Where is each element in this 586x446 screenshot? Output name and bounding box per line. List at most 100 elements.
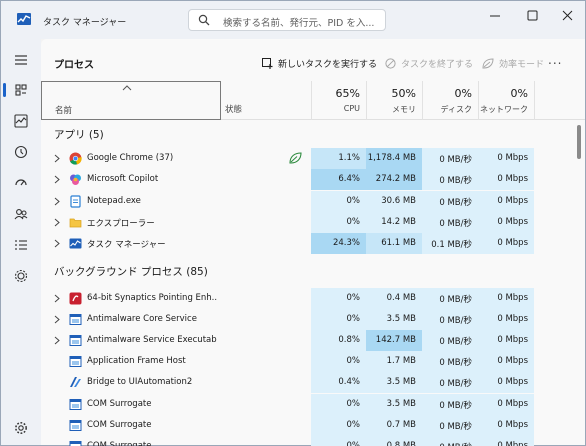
cpu-cell: 1.1% bbox=[311, 148, 366, 169]
memory-total: 50% bbox=[391, 87, 416, 100]
users-icon[interactable] bbox=[10, 203, 32, 225]
network-total: 0% bbox=[510, 87, 528, 100]
disk-cell: 0 MB/秒 bbox=[422, 351, 478, 373]
network-cell: 0 Mbps bbox=[478, 148, 534, 169]
sort-ascending-icon bbox=[122, 84, 132, 94]
service-icon bbox=[69, 398, 82, 411]
navigation-rail bbox=[1, 39, 41, 445]
vertical-scrollbar[interactable] bbox=[577, 125, 581, 159]
cpu-cell: 0% bbox=[311, 211, 366, 233]
cpu-cell: 6.4% bbox=[311, 169, 366, 191]
name-column-header[interactable]: 名前 bbox=[41, 81, 221, 120]
end-task-button[interactable]: タスクを終了する bbox=[385, 55, 473, 71]
cpu-cell: 0.8% bbox=[311, 329, 366, 351]
process-name: Notepad.exe bbox=[87, 195, 141, 206]
chevron-right-icon[interactable] bbox=[54, 218, 60, 230]
memory-cell: 0.7 MB bbox=[366, 414, 422, 436]
process-row[interactable]: COM Surrogate 0%0.8 MB0 MB/秒0 Mbps bbox=[41, 435, 577, 446]
close-button[interactable] bbox=[557, 7, 577, 25]
end-task-icon bbox=[385, 57, 396, 69]
disk-cell: 0 MB/秒 bbox=[422, 414, 478, 436]
memory-cell: 142.7 MB bbox=[366, 329, 422, 351]
column-divider bbox=[534, 81, 535, 120]
process-row[interactable]: Antimalware Service Executable 0.8% 142.7 … bbox=[41, 329, 577, 351]
cpu-cell: 0% bbox=[311, 435, 366, 446]
memory-cell: 14.2 MB bbox=[366, 211, 422, 233]
memory-cell: 1.7 MB bbox=[366, 351, 422, 373]
chevron-right-icon[interactable] bbox=[54, 197, 60, 209]
more-options-button[interactable]: ... bbox=[548, 53, 562, 67]
memory-cell: 30.6 MB bbox=[366, 190, 422, 212]
services-icon[interactable] bbox=[10, 265, 32, 287]
service-icon bbox=[69, 440, 82, 446]
disk-cell: 0 MB/秒 bbox=[422, 211, 478, 233]
process-list: アプリ (5) Google Chrome (37) 1.1% 1,178.4 MB 0… bbox=[41, 120, 585, 446]
process-row[interactable]: Microsoft Copilot 6.4% 274.2 MB 0 MB/秒 0 Mbp… bbox=[41, 169, 577, 191]
cpu-cell: 0.4% bbox=[311, 372, 366, 394]
cpu-label: CPU bbox=[343, 104, 360, 113]
memory-column-header[interactable]: 50% メモリ bbox=[366, 81, 422, 120]
processes-page: プロセス 新しいタスクを実行する タスクを終了する 効率モード ... 名前 状… bbox=[41, 39, 585, 446]
network-cell: 0 Mbps bbox=[478, 372, 534, 394]
disk-cell: 0.1 MB/秒 bbox=[422, 233, 478, 255]
network-cell: 0 Mbps bbox=[478, 190, 534, 212]
processes-icon[interactable] bbox=[10, 79, 32, 101]
cpu-cell: 0% bbox=[311, 190, 366, 212]
process-row[interactable]: Notepad.exe 0% 30.6 MB 0 MB/秒 0 Mbps bbox=[41, 190, 577, 212]
network-cell: 0 Mbps bbox=[478, 329, 534, 351]
search-icon bbox=[198, 14, 210, 26]
process-row[interactable]: Application Frame Host 0% 1.7 MB 0 MB/秒 0 Mb… bbox=[41, 351, 577, 373]
minimize-button[interactable] bbox=[485, 7, 505, 25]
process-name: COM Surrogate bbox=[87, 398, 152, 409]
chevron-right-icon[interactable] bbox=[54, 294, 60, 306]
chevron-right-icon[interactable] bbox=[54, 175, 60, 187]
memory-cell: 61.1 MB bbox=[366, 233, 422, 255]
details-icon[interactable] bbox=[10, 234, 32, 256]
performance-icon[interactable] bbox=[10, 110, 32, 132]
memory-cell: 1,178.4 MB bbox=[366, 148, 422, 169]
memory-cell: 0.8 MB bbox=[366, 435, 422, 446]
process-name: Google Chrome (37) bbox=[87, 153, 174, 163]
process-row[interactable]: COM Surrogate 0% 3.5 MB 0 MB/秒 0 Mbps bbox=[41, 393, 577, 415]
run-new-task-button[interactable]: 新しいタスクを実行する bbox=[262, 55, 377, 71]
network-cell: 0 Mbps bbox=[478, 351, 534, 373]
chevron-right-icon[interactable] bbox=[54, 336, 60, 348]
chrome-icon bbox=[69, 152, 82, 165]
network-cell: 0 Mbps bbox=[478, 169, 534, 191]
disk-cell: 0 MB/秒 bbox=[422, 372, 478, 394]
process-row[interactable]: Antimalware Core Service 0% 3.5 MB 0 MB/秒 0 … bbox=[41, 308, 577, 330]
process-row[interactable]: Google Chrome (37) 1.1% 1,178.4 MB 0 MB/秒 0 … bbox=[41, 148, 577, 169]
startup-apps-icon[interactable] bbox=[10, 172, 32, 194]
task-manager-icon bbox=[69, 237, 82, 250]
network-label: ネットワーク bbox=[480, 105, 528, 114]
memory-cell: 3.5 MB bbox=[366, 393, 422, 415]
process-row[interactable]: COM Surrogate 0% 0.7 MB 0 MB/秒 0 Mbps bbox=[41, 414, 577, 436]
disk-cell: 0 MB/秒 bbox=[422, 393, 478, 415]
task-manager-app-icon bbox=[17, 13, 31, 25]
cpu-column-header[interactable]: 65% CPU bbox=[311, 81, 366, 120]
process-name: COM Surrogate bbox=[87, 419, 152, 430]
disk-cell: 0 MB/秒 bbox=[422, 169, 478, 191]
process-row[interactable]: エクスプローラー 0% 14.2 MB 0 MB/秒 0 Mbps bbox=[41, 211, 577, 233]
maximize-button[interactable] bbox=[522, 7, 542, 25]
network-cell: 0 Mbps bbox=[478, 211, 534, 233]
status-column-header[interactable]: 状態 bbox=[225, 103, 242, 115]
process-row[interactable]: Bridge to UIAutomation2 0.4% 3.5 MB 0 MB/秒 0… bbox=[41, 372, 577, 394]
search-box[interactable]: 検索する名前、発行元、PID を入... bbox=[188, 9, 386, 31]
search-placeholder: 検索する名前、発行元、PID を入... bbox=[223, 18, 375, 29]
efficiency-mode-button[interactable]: 効率モード bbox=[482, 55, 544, 71]
process-row[interactable]: 64-bit Synaptics Pointing Enh... 0% 0.4 MB… bbox=[41, 287, 577, 309]
chevron-right-icon[interactable] bbox=[54, 239, 60, 251]
process-row[interactable]: タスク マネージャー 24.3% 61.1 MB 0.1 MB/秒 0 Mbps bbox=[41, 233, 577, 255]
network-cell: 0 Mbps bbox=[478, 435, 534, 446]
network-cell: 0 Mbps bbox=[478, 393, 534, 415]
hamburger-menu-icon[interactable] bbox=[10, 49, 32, 71]
chevron-right-icon[interactable] bbox=[54, 315, 60, 327]
network-column-header[interactable]: 0% ネットワーク bbox=[478, 81, 534, 120]
disk-column-header[interactable]: 0% ディスク bbox=[422, 81, 478, 120]
process-name: COM Surrogate bbox=[87, 440, 152, 446]
app-history-icon[interactable] bbox=[10, 141, 32, 163]
settings-gear-icon[interactable] bbox=[10, 417, 32, 439]
folder-icon bbox=[69, 216, 82, 229]
chevron-right-icon[interactable] bbox=[54, 154, 60, 166]
